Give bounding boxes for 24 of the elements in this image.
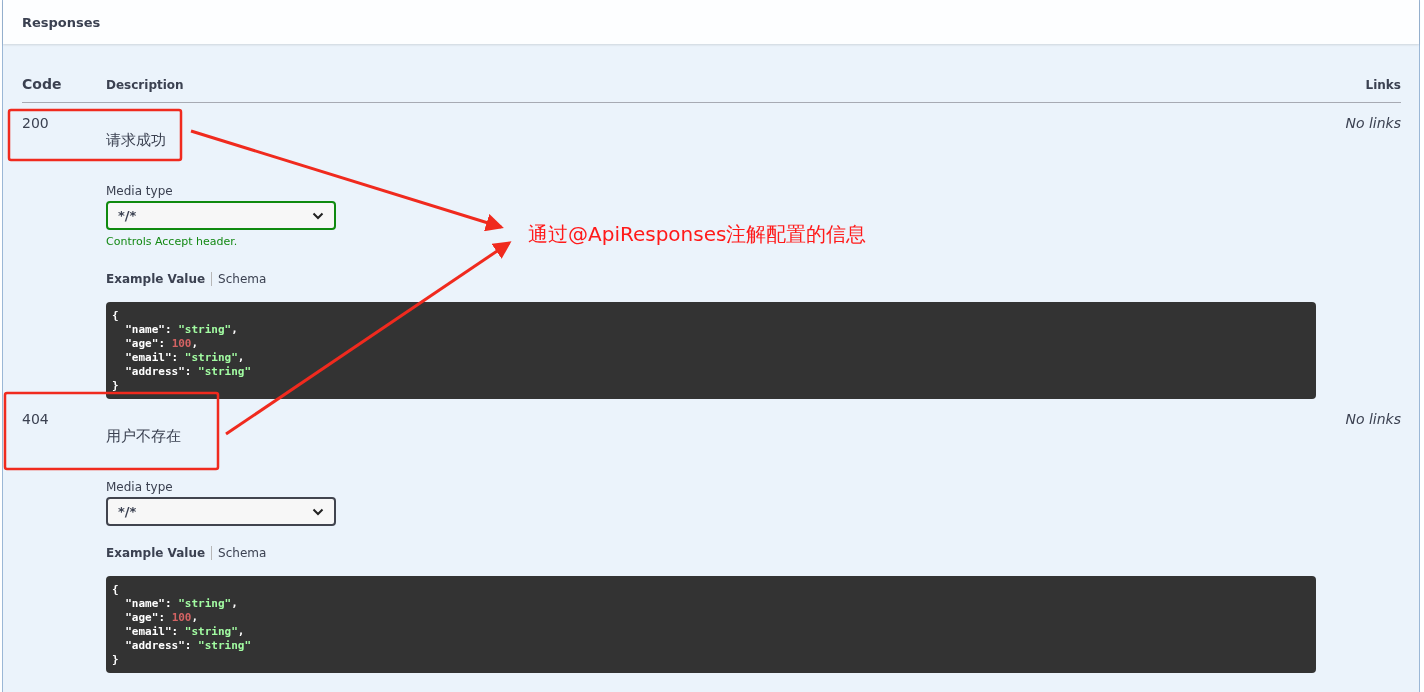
section-title: Responses xyxy=(22,14,101,30)
response-description: 请求成功 xyxy=(106,131,166,150)
links-text: No links xyxy=(1345,411,1401,427)
chevron-down-icon xyxy=(312,211,324,220)
column-header: Description xyxy=(106,78,184,92)
column-header: Links xyxy=(1365,78,1401,92)
links-text: No links xyxy=(1345,115,1401,131)
response-description: 用户不存在 xyxy=(106,427,181,446)
annotation-text: 通过@ApiResponses注解配置的信息 xyxy=(528,221,867,248)
column-header: Code xyxy=(22,76,62,92)
example-tab[interactable]: Schema xyxy=(211,546,273,560)
example-tab[interactable]: Example Value xyxy=(106,272,212,286)
code-block: { "name": "string", "age": 100, "email": "string", "address": "string" } xyxy=(106,576,1316,673)
media-type-hint: Controls Accept header. xyxy=(106,235,238,248)
media-type-select[interactable]: */* xyxy=(106,497,336,526)
response-code: 404 xyxy=(22,411,49,427)
code-block: { "name": "string", "age": 100, "email": "string", "address": "string" } xyxy=(106,302,1316,399)
media-type-label: Media type xyxy=(106,480,173,494)
example-tab[interactable]: Example Value xyxy=(106,546,212,560)
response-code: 200 xyxy=(22,115,49,131)
media-type-label: Media type xyxy=(106,184,173,198)
example-tab[interactable]: Schema xyxy=(211,272,273,286)
chevron-down-icon xyxy=(312,507,324,516)
media-type-select[interactable]: */* xyxy=(106,201,336,230)
